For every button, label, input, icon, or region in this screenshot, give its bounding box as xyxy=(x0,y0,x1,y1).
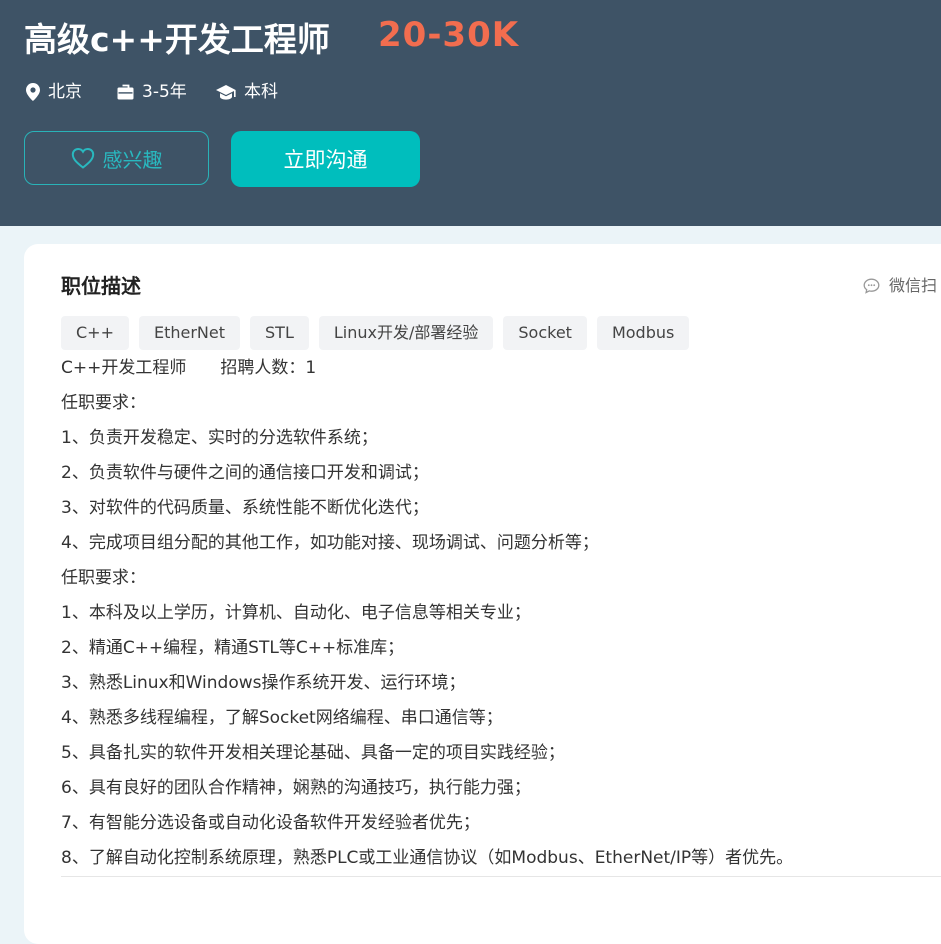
location-label: 北京 xyxy=(48,82,82,102)
wechat-scan-link[interactable]: 微信扫 xyxy=(863,274,937,298)
graduation-cap-icon xyxy=(216,85,236,100)
skill-tag: Socket xyxy=(503,316,587,350)
description-line: 1、本科及以上学历，计算机、自动化、电子信息等相关专业； xyxy=(61,603,531,623)
description-line: 7、有智能分选设备或自动化设备软件开发经验者优先； xyxy=(61,813,480,833)
skill-tag: Linux开发/部署经验 xyxy=(318,316,494,350)
description-line: 4、完成项目组分配的其他工作，如功能对接、现场调试、问题分析等； xyxy=(61,533,599,553)
experience-info: 3-5年 xyxy=(117,80,187,104)
skill-tag: C++ xyxy=(61,316,129,350)
description-line: 1、负责开发稳定、实时的分选软件系统； xyxy=(61,428,378,448)
description-line: 5、具备扎实的软件开发相关理论基础、具备一定的项目实践经验； xyxy=(61,743,565,763)
description-line: 2、精通C++编程，精通STL等C++标准库； xyxy=(61,638,405,658)
divider xyxy=(61,876,941,877)
interest-button-label: 感兴趣 xyxy=(102,147,163,172)
chat-bubble-icon xyxy=(863,278,880,294)
location-info: 北京 xyxy=(26,80,82,104)
interest-button[interactable]: 感兴趣 xyxy=(24,131,209,185)
job-description-text: C++开发工程师 招聘人数：1 任职要求： 1、负责开发稳定、实时的分选软件系统… xyxy=(61,356,931,881)
location-pin-icon xyxy=(26,83,40,101)
skill-tag: Modbus xyxy=(596,316,690,350)
description-line: 4、熟悉多线程编程，了解Socket网络编程、串口通信等； xyxy=(61,708,503,728)
description-line: 任职要求： xyxy=(61,568,146,588)
salary: 20-30K xyxy=(378,15,520,55)
skill-tag: EtherNet xyxy=(138,316,241,350)
section-title: 职位描述 xyxy=(61,274,141,298)
wechat-scan-label: 微信扫 xyxy=(889,276,938,295)
experience-label: 3-5年 xyxy=(142,82,187,102)
description-line: 6、具有良好的团队合作精神，娴熟的沟通技巧，执行能力强； xyxy=(61,778,531,798)
description-line: C++开发工程师 招聘人数：1 xyxy=(61,358,317,378)
briefcase-icon xyxy=(117,84,134,100)
job-header: 高级c++开发工程师 20-30K 北京 3-5年 本科 感兴趣 立即沟通 xyxy=(0,0,941,226)
chat-now-button-label: 立即沟通 xyxy=(283,148,368,172)
education-info: 本科 xyxy=(216,80,278,104)
description-line: 任职要求： xyxy=(61,393,146,413)
chat-now-button[interactable]: 立即沟通 xyxy=(231,131,420,187)
heart-icon xyxy=(71,147,94,169)
description-line: 3、熟悉Linux和Windows操作系统开发、运行环境； xyxy=(61,673,466,693)
description-line: 3、对软件的代码质量、系统性能不断优化迭代； xyxy=(61,498,429,518)
description-line: 2、负责软件与硬件之间的通信接口开发和调试； xyxy=(61,463,429,483)
skill-tag: STL xyxy=(250,316,309,350)
skill-tags: C++ EtherNet STL Linux开发/部署经验 Socket Mod… xyxy=(61,316,690,350)
education-label: 本科 xyxy=(244,82,278,102)
job-title: 高级c++开发工程师 xyxy=(24,20,330,59)
